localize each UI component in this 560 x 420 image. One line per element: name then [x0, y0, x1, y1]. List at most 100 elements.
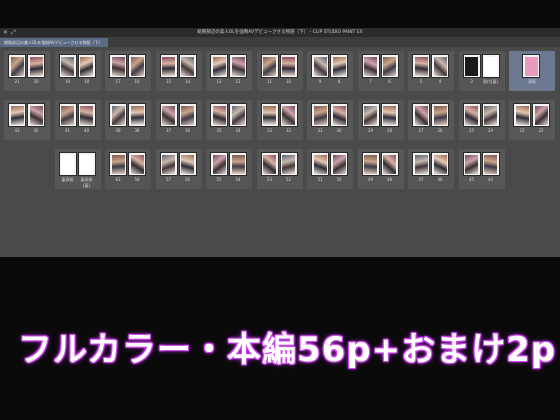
page-thumbnail[interactable] [179, 153, 196, 175]
page-thumbnail[interactable] [413, 153, 429, 175]
page-spread[interactable]: 23 22 [509, 100, 555, 140]
page-thumbnail[interactable] [432, 104, 448, 126]
page-spread[interactable]: 15 14 [155, 51, 202, 91]
page-thumbnail[interactable] [160, 55, 177, 77]
page-thumbnail[interactable] [362, 104, 379, 126]
close-icon[interactable]: ✕ [3, 28, 8, 37]
page-spread[interactable]: 51 50 [307, 149, 353, 189]
page-thumbnail[interactable] [129, 55, 145, 77]
page-spread[interactable]: 25 24 [458, 100, 505, 140]
expand-icon[interactable]: ⤢ [11, 28, 16, 37]
page-spread[interactable]: 43 42 [4, 100, 50, 140]
page-spread[interactable]: 53 52 [256, 149, 303, 189]
page-thumbnail[interactable] [331, 55, 347, 77]
page-spread[interactable]: 55 54 [206, 149, 252, 189]
page-thumbnail[interactable] [533, 104, 549, 126]
page-thumbnail[interactable] [129, 104, 145, 126]
page-thumbnail[interactable] [523, 55, 539, 77]
page-thumbnail[interactable] [463, 55, 480, 77]
page-spread[interactable]: 63 58 [105, 149, 151, 189]
page-thumbnail[interactable] [160, 153, 177, 175]
page-spread[interactable]: 13 12 [206, 51, 252, 91]
page-number: 46 [437, 177, 443, 182]
page-thumbnail[interactable] [78, 153, 95, 175]
page-thumbnail[interactable] [312, 104, 328, 126]
page-thumbnail[interactable] [463, 104, 480, 126]
page-thumbnail[interactable] [312, 153, 328, 175]
page-thumbnail[interactable] [280, 55, 297, 77]
page-thumbnail[interactable] [230, 104, 246, 126]
page-thumbnail[interactable] [261, 153, 278, 175]
page-thumbnail[interactable] [160, 104, 177, 126]
page-spread[interactable]: 33 32 [256, 100, 303, 140]
page-spread[interactable]: 41 40 [54, 100, 101, 140]
page-thumbnail[interactable] [432, 55, 448, 77]
page-thumbnail[interactable] [312, 55, 328, 77]
page-thumbnail[interactable] [9, 104, 25, 126]
page-thumbnail[interactable] [9, 55, 25, 77]
page-thumbnail[interactable] [28, 104, 44, 126]
page-spread[interactable]: 31 30 [307, 100, 353, 140]
page-thumbnail[interactable] [59, 55, 76, 77]
page-spread[interactable]: 裏表紙 裏表紙(裏) [54, 149, 101, 189]
page-spread[interactable]: 29 28 [357, 100, 404, 140]
page-thumbnail[interactable] [78, 104, 95, 126]
page-spread[interactable]: 35 34 [206, 100, 252, 140]
page-thumbnail[interactable] [482, 55, 499, 77]
document-tab[interactable]: 総務部辺の美人OLを強制AVデビューさせる物語（下） [0, 38, 108, 47]
page-thumbnail[interactable] [261, 55, 278, 77]
page-thumbnail[interactable] [331, 104, 347, 126]
page-art [61, 154, 74, 174]
page-thumbnail[interactable] [280, 104, 297, 126]
page-thumbnail[interactable] [230, 55, 246, 77]
page-number: 奥付(裏) [482, 79, 499, 84]
page-thumbnail[interactable] [331, 153, 347, 175]
page-spread[interactable]: 27 26 [408, 100, 454, 140]
page-spread[interactable]: 17 16 [105, 51, 151, 91]
page-thumbnail[interactable] [463, 153, 480, 175]
page-thumbnail[interactable] [179, 104, 196, 126]
page-spread[interactable]: 19 18 [54, 51, 101, 91]
page-thumbnail[interactable] [110, 104, 126, 126]
page-spread[interactable]: 3 奥付(裏) [458, 51, 505, 91]
page-thumbnail[interactable] [78, 55, 95, 77]
page-thumbnail[interactable] [381, 153, 398, 175]
page-thumbnail[interactable] [280, 153, 297, 175]
page-spread[interactable]: 47 46 [408, 149, 454, 189]
page-number: 27 [418, 128, 424, 133]
page-spread[interactable]: 98 [307, 51, 353, 91]
page-thumbnail[interactable] [413, 55, 429, 77]
page-thumbnail[interactable] [362, 153, 379, 175]
page-spread[interactable]: 57 56 [155, 149, 202, 189]
page-spread[interactable]: 表紙 [509, 51, 555, 91]
page-thumbnail[interactable] [179, 55, 196, 77]
page-thumbnail[interactable] [129, 153, 145, 175]
page-thumbnail[interactable] [230, 153, 246, 175]
page-thumbnail[interactable] [432, 153, 448, 175]
page-thumbnail[interactable] [482, 153, 499, 175]
page-thumbnail[interactable] [59, 153, 76, 175]
page-spread[interactable]: 45 44 [458, 149, 505, 189]
page-spread[interactable]: 39 38 [105, 100, 151, 140]
page-spread[interactable]: 54 [408, 51, 454, 91]
page-thumbnail[interactable] [381, 104, 398, 126]
page-thumbnail[interactable] [59, 104, 76, 126]
page-thumbnail[interactable] [211, 153, 227, 175]
page-thumbnail[interactable] [110, 55, 126, 77]
page-thumbnail[interactable] [211, 55, 227, 77]
page-spread[interactable]: 49 48 [357, 149, 404, 189]
page-thumbnail[interactable] [110, 153, 126, 175]
page-spread[interactable]: 11 10 [256, 51, 303, 91]
page-spread[interactable]: 76 [357, 51, 404, 91]
page-thumbnail[interactable] [28, 55, 44, 77]
page-thumbnail[interactable] [362, 55, 379, 77]
page-thumbnail[interactable] [381, 55, 398, 77]
page-spread[interactable]: 21 20 [4, 51, 50, 91]
page-thumbnail[interactable] [211, 104, 227, 126]
page-thumbnail[interactable] [482, 104, 499, 126]
page-thumbnail[interactable] [413, 104, 429, 126]
page-thumbnail[interactable] [261, 104, 278, 126]
page-art [162, 154, 175, 174]
page-spread[interactable]: 37 36 [155, 100, 202, 140]
page-thumbnail[interactable] [514, 104, 530, 126]
